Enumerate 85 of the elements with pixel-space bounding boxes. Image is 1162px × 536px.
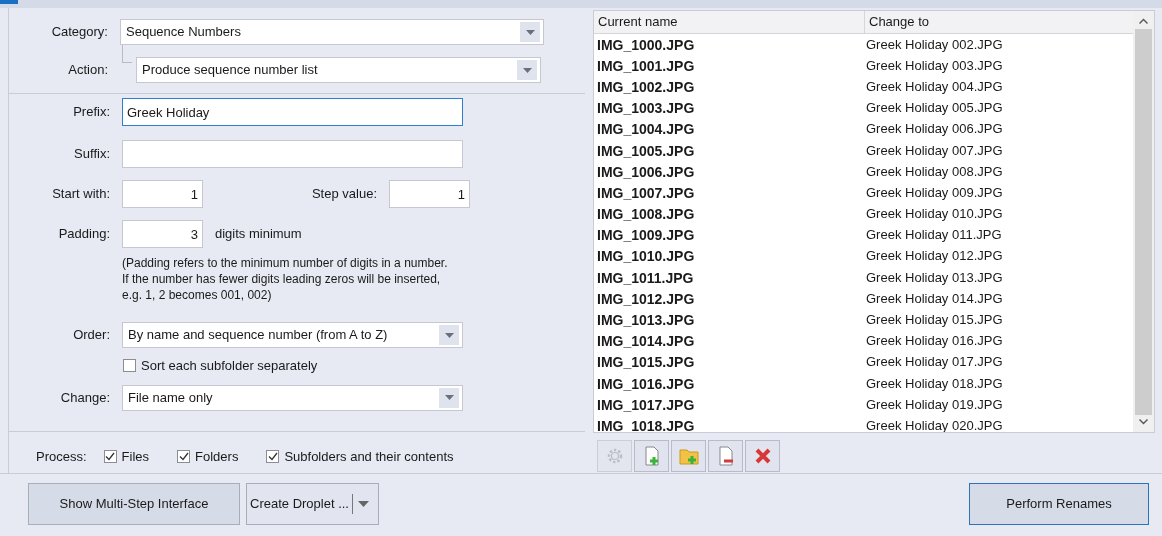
dropdown[interactable]: By name and sequence number (from A to Z)	[122, 322, 463, 348]
field-label: Step value:	[310, 185, 378, 204]
dropdown[interactable]: Sequence Numbers	[120, 19, 544, 45]
table-cell-text: Greek Holiday 013.JPG	[866, 270, 1004, 285]
column-header[interactable]: Current name	[594, 11, 865, 33]
field-label: Process:	[36, 447, 87, 466]
table-cell-text: IMG_1016.JPG	[596, 376, 696, 391]
table-cell-text: Greek Holiday 005.JPG	[866, 101, 1004, 116]
field-label: Padding:	[57, 225, 111, 244]
table-cell-text: IMG_1000.JPG	[596, 37, 696, 52]
table-cell-text: IMG_1008.JPG	[596, 207, 696, 222]
table-cell-text: IMG_1009.JPG	[596, 228, 696, 243]
dropdown[interactable]: File name only	[122, 384, 463, 411]
table-cell-text: IMG_1010.JPG	[596, 249, 696, 264]
table-cell-text: IMG_1012.JPG	[596, 291, 696, 306]
table-cell-text: IMG_1013.JPG	[596, 313, 696, 328]
toolbar-button[interactable]	[708, 440, 743, 472]
dropdown[interactable]: Produce sequence number list	[136, 57, 541, 83]
field-label: Prefix:	[72, 103, 111, 122]
table-cell-text: IMG_1015.JPG	[596, 355, 696, 370]
unit-label: digits minimum	[215, 225, 302, 244]
table-cell-text: Greek Holiday 020.JPG	[866, 418, 1004, 432]
toolbar-button[interactable]	[634, 440, 669, 472]
caret-icon	[520, 22, 540, 42]
table-cell-text: Greek Holiday 009.JPG	[866, 185, 1004, 200]
scrollbar[interactable]	[1133, 11, 1154, 432]
column-header[interactable]: Change to	[865, 11, 1133, 33]
scroll-down-icon[interactable]	[1139, 419, 1148, 425]
toolbar-button[interactable]	[745, 440, 780, 472]
perform-renames-button[interactable]: Perform Renames	[969, 483, 1149, 525]
table-cell-text: IMG_1011.JPG	[596, 270, 695, 285]
field-label: Order:	[72, 326, 111, 345]
field-label: Category:	[50, 23, 109, 42]
field-label: Suffix:	[73, 145, 111, 164]
field-label: Start with:	[51, 185, 111, 204]
table-cell-text: Greek Holiday 012.JPG	[866, 249, 1004, 264]
caret-icon	[517, 60, 537, 80]
checkbox[interactable]	[266, 449, 280, 463]
table-cell-text: Greek Holiday 016.JPG	[866, 334, 1004, 349]
field-label: Action:	[67, 61, 109, 80]
table-cell-text: Greek Holiday 015.JPG	[866, 313, 1004, 328]
table-cell-text: IMG_1018.JPG	[596, 418, 696, 432]
scroll-thumb[interactable]	[1135, 29, 1152, 415]
input-field[interactable]	[122, 140, 463, 168]
table-cell-text: Greek Holiday 007.JPG	[866, 143, 1004, 158]
scroll-up-icon[interactable]	[1139, 18, 1148, 24]
table-cell-text: Greek Holiday 018.JPG	[866, 376, 1004, 391]
table-cell-text: IMG_1005.JPG	[596, 143, 696, 158]
table-cell-text: Greek Holiday 017.JPG	[866, 355, 1004, 370]
input-field[interactable]: 1	[389, 180, 470, 208]
table-cell-text: Greek Holiday 019.JPG	[866, 397, 1004, 412]
droplet-button[interactable]: Create Droplet ...	[246, 483, 379, 525]
table-cell-text: Greek Holiday 011.JPG	[866, 228, 1003, 243]
checkbox-label: Subfolders and their contents	[284, 447, 454, 466]
checkbox[interactable]	[177, 449, 191, 463]
toolbar-button[interactable]	[671, 440, 706, 472]
help-text: (Padding refers to the minimum number of digits in a number. If the number has fewer digits leading zeros will be inserted, e.g. 1, 2 becomes 001, 002)	[122, 255, 449, 303]
table-cell-text: IMG_1004.JPG	[596, 122, 696, 137]
field-label: Change:	[59, 388, 111, 407]
table-cell-text: Greek Holiday 014.JPG	[866, 291, 1004, 306]
table-cell-text: Greek Holiday 010.JPG	[866, 207, 1004, 222]
table-cell-text: IMG_1001.JPG	[596, 58, 696, 73]
table-cell-text: Greek Holiday 006.JPG	[866, 122, 1004, 137]
table-cell-text: Greek Holiday 002.JPG	[866, 37, 1004, 52]
checkbox[interactable]	[123, 359, 136, 373]
multi-step-button[interactable]: Show Multi-Step Interface	[28, 483, 240, 525]
caret-icon	[439, 325, 459, 345]
caret-icon	[439, 387, 459, 408]
checkbox-label: Folders	[195, 447, 239, 466]
checkbox-label: Sort each subfolder separately	[141, 357, 318, 375]
table-cell-text: IMG_1003.JPG	[596, 101, 696, 116]
caret-icon	[358, 501, 369, 507]
table-cell-text: Greek Holiday 003.JPG	[866, 58, 1004, 73]
table-cell-text: IMG_1007.JPG	[596, 185, 696, 200]
table-cell-text: Greek Holiday 008.JPG	[866, 164, 1004, 179]
table-cell-text: IMG_1002.JPG	[596, 79, 696, 94]
table-cell-text: Greek Holiday 004.JPG	[866, 79, 1004, 94]
table-cell-text: IMG_1006.JPG	[596, 164, 696, 179]
checkbox-label: Files	[121, 447, 150, 466]
input-field[interactable]: 3	[122, 220, 203, 248]
checkbox[interactable]	[103, 449, 117, 463]
input-field[interactable]: 1	[122, 180, 203, 208]
table-cell-text: IMG_1014.JPG	[596, 334, 696, 349]
input-field[interactable]: Greek Holiday	[122, 98, 463, 126]
table-cell-text: IMG_1017.JPG	[596, 397, 696, 412]
